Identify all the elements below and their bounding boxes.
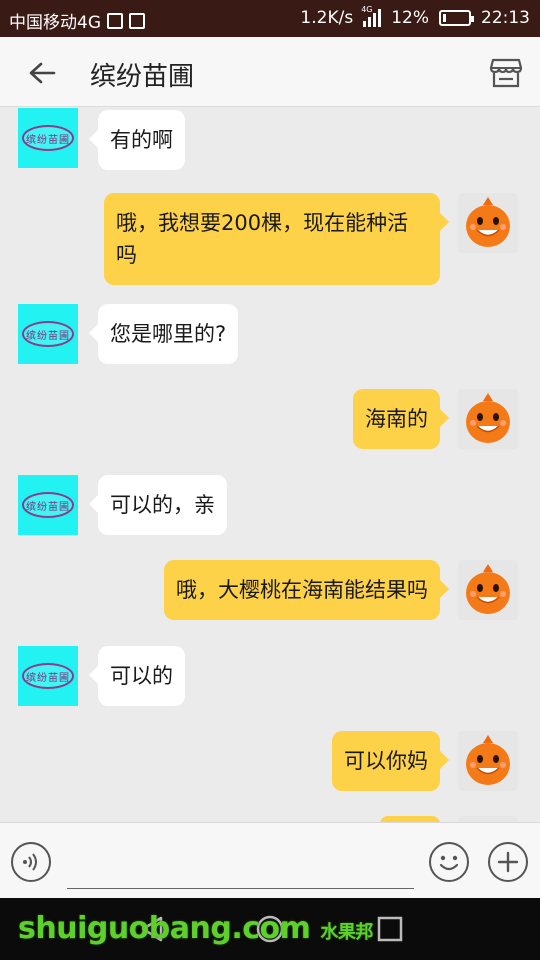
chat-area[interactable]: 缤纷苗圃 有的啊 哦，我想要200棵，现在能种活吗 缤纷苗圃 您是哪里的? 海南… bbox=[0, 108, 540, 822]
message-bubble-incoming[interactable]: 您是哪里的? bbox=[88, 304, 239, 364]
network-tag: 4G bbox=[361, 5, 373, 14]
message-bubble-outgoing[interactable]: 哦，我想要200棵，现在能种活吗 bbox=[104, 193, 449, 285]
contact-avatar[interactable]: 缤纷苗圃 bbox=[18, 646, 78, 706]
avatar-logo-text: 缤纷苗圃 bbox=[22, 492, 74, 518]
input-bar bbox=[0, 822, 540, 898]
orange-mascot-icon bbox=[466, 197, 510, 247]
signal-icon: 4G bbox=[361, 5, 382, 27]
my-avatar[interactable] bbox=[458, 731, 518, 791]
carrier-label: 中国移动4G bbox=[9, 13, 101, 33]
message-bubble-incoming[interactable]: 有的啊 bbox=[89, 110, 185, 170]
orange-mascot-icon bbox=[466, 735, 510, 785]
network-speed: 1.2K/s bbox=[300, 8, 354, 28]
sim-icon bbox=[107, 12, 123, 29]
orange-mascot-icon bbox=[466, 393, 510, 443]
voice-icon bbox=[23, 853, 37, 871]
chat-header: 缤纷苗圃 bbox=[0, 37, 540, 107]
avatar-logo-text: 缤纷苗圃 bbox=[22, 125, 74, 151]
my-avatar[interactable] bbox=[458, 560, 518, 620]
contact-avatar[interactable]: 缤纷苗圃 bbox=[18, 304, 78, 364]
message-bubble-outgoing[interactable]: 可以你妈 bbox=[332, 731, 449, 791]
avatar-logo-text: 缤纷苗圃 bbox=[22, 663, 74, 689]
avatar-logo-text: 缤纷苗圃 bbox=[22, 321, 74, 347]
message-bubble-outgoing[interactable]: 海南的 bbox=[353, 389, 449, 449]
orange-mascot-icon bbox=[466, 564, 510, 614]
contact-avatar[interactable]: 缤纷苗圃 bbox=[18, 108, 78, 168]
contact-avatar[interactable]: 缤纷苗圃 bbox=[18, 475, 78, 535]
more-button[interactable] bbox=[488, 842, 528, 882]
watermark-chinese: 水果邦 bbox=[320, 922, 373, 943]
storefront-icon bbox=[489, 58, 523, 88]
watermark-text: shuiguobang.com bbox=[18, 911, 311, 946]
battery-icon bbox=[439, 10, 474, 26]
clock: 22:13 bbox=[481, 8, 530, 28]
my-avatar[interactable] bbox=[458, 193, 518, 253]
arrow-left-icon bbox=[29, 62, 56, 84]
image-notification-icon bbox=[129, 12, 145, 29]
emoji-icon bbox=[439, 855, 459, 871]
emoji-button[interactable] bbox=[429, 842, 469, 882]
square-recents-icon bbox=[377, 916, 403, 942]
battery-percent: 12% bbox=[391, 8, 429, 28]
plus-icon bbox=[497, 851, 519, 873]
voice-button[interactable] bbox=[11, 842, 51, 882]
nav-recents-button[interactable] bbox=[375, 914, 405, 944]
message-bubble-incoming[interactable]: 可以的 bbox=[89, 646, 185, 706]
message-input[interactable] bbox=[67, 843, 414, 889]
watermark-logo: shuiguobang.com 水果邦 bbox=[18, 911, 373, 946]
page-title: 缤纷苗圃 bbox=[90, 62, 195, 92]
message-bubble-outgoing[interactable]: 哦，大樱桃在海南能结果吗 bbox=[164, 560, 449, 620]
my-avatar[interactable] bbox=[458, 389, 518, 449]
back-button[interactable] bbox=[22, 53, 62, 93]
message-bubble-incoming[interactable]: 可以的，亲 bbox=[89, 475, 227, 535]
shop-button[interactable] bbox=[486, 53, 526, 93]
status-bar: 中国移动4G 1.2K/s 4G 12% 22:13 bbox=[0, 0, 540, 37]
